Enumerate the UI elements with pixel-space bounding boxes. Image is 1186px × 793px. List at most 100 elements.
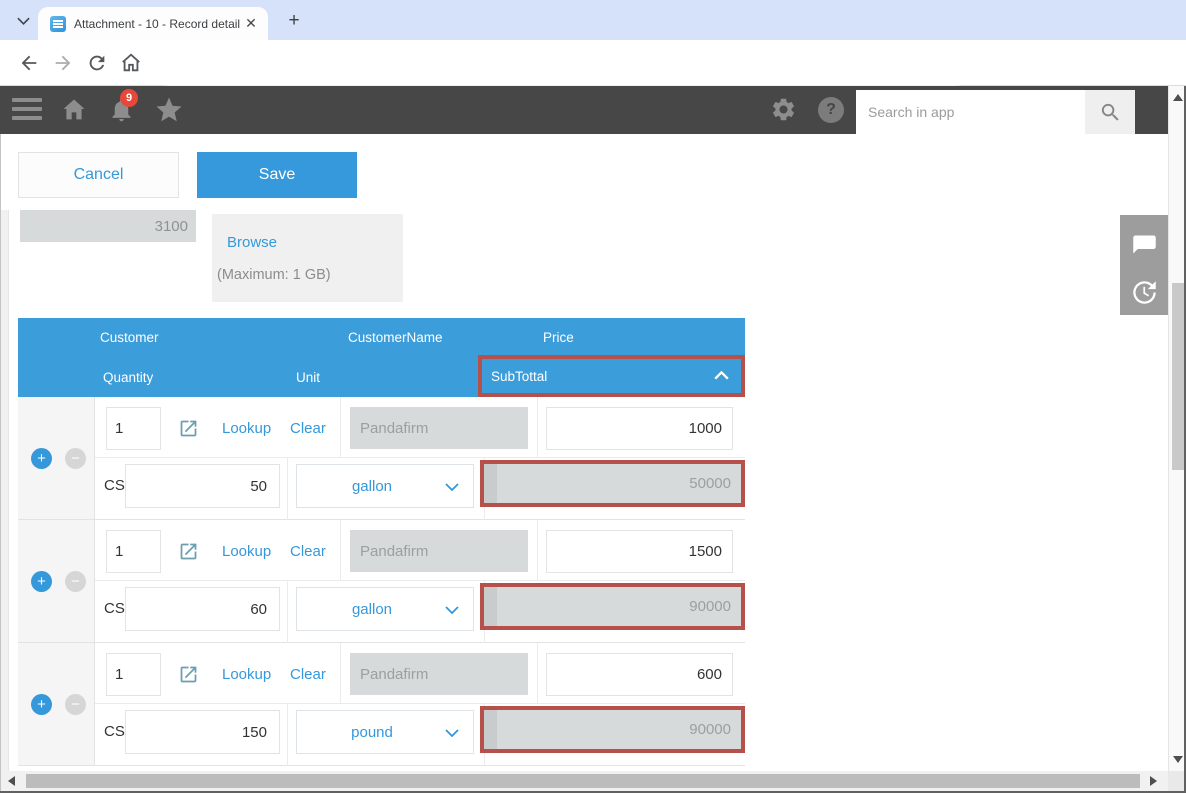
lookup-link[interactable]: Lookup <box>222 666 271 683</box>
scroll-left-arrow-icon[interactable] <box>8 776 15 786</box>
app-search-input[interactable] <box>856 90 1085 134</box>
unit-dropdown[interactable]: gallon <box>296 464 474 508</box>
unit-prefix-label: CS <box>104 723 125 740</box>
help-icon[interactable]: ? <box>818 97 844 123</box>
tab-close-icon[interactable]: ✕ <box>242 15 260 33</box>
forward-button[interactable] <box>52 52 74 74</box>
unit-dropdown[interactable]: pound <box>296 710 474 754</box>
remove-row-button[interactable]: − <box>65 448 86 469</box>
chevron-down-icon <box>445 606 459 614</box>
col-header-customer: Customer <box>100 330 159 345</box>
chevron-up-icon[interactable] <box>714 367 729 385</box>
kintone-favicon-icon <box>50 16 66 32</box>
scroll-right-arrow-icon[interactable] <box>1150 776 1157 786</box>
customer-input[interactable] <box>106 653 161 696</box>
record-action-bar: Cancel Save <box>0 134 1168 210</box>
record-side-toolbar <box>1120 215 1168 315</box>
unit-selected-value: pound <box>351 724 393 741</box>
vertical-scrollbar-thumb[interactable] <box>1172 283 1184 470</box>
open-in-new-icon[interactable] <box>178 418 199 444</box>
subtotal-field: 50000 <box>484 464 741 503</box>
table-row: + − Lookup Clear Pandafirm CS <box>18 397 745 520</box>
unit-selected-value: gallon <box>352 601 392 618</box>
browser-tab[interactable]: Attachment - 10 - Record detail ✕ <box>38 7 268 40</box>
new-tab-button[interactable]: + <box>282 9 306 33</box>
row-gutter: + − <box>18 397 95 519</box>
quantity-input[interactable] <box>125 587 280 631</box>
clear-link[interactable]: Clear <box>290 543 326 560</box>
lookup-link[interactable]: Lookup <box>222 543 271 560</box>
browser-toolbar: pandafirm.cybozu.com/k/1871/show#record=… <box>0 40 1186 86</box>
notification-badge: 9 <box>120 89 138 107</box>
favorites-star-icon[interactable] <box>154 95 184 130</box>
open-in-new-icon[interactable] <box>178 541 199 567</box>
quantity-input[interactable] <box>125 464 280 508</box>
browser-window: Attachment - 10 - Record detail ✕ + pand… <box>0 0 1186 793</box>
subtotal-field: 90000 <box>484 710 741 749</box>
record-form: 3100 Browse (Maximum: 1 GB) Customer Cus… <box>0 210 1168 771</box>
quantity-input[interactable] <box>125 710 280 754</box>
col-header-customer-name: CustomerName <box>348 330 443 345</box>
window-left-edge <box>0 134 1 791</box>
price-input[interactable] <box>546 653 733 696</box>
portal-home-icon[interactable] <box>60 96 88 129</box>
home-button[interactable] <box>120 52 142 74</box>
remove-row-button[interactable]: − <box>65 694 86 715</box>
subtotal-highlight-box: 50000 <box>480 460 745 507</box>
remove-row-button[interactable]: − <box>65 571 86 592</box>
add-row-button[interactable]: + <box>31 694 52 715</box>
unit-dropdown[interactable]: gallon <box>296 587 474 631</box>
hamburger-menu-icon[interactable] <box>12 98 42 122</box>
unit-prefix-label: CS <box>104 600 125 617</box>
settings-gear-icon[interactable] <box>770 96 797 128</box>
tab-search-chevron-icon[interactable] <box>10 8 36 34</box>
cancel-button[interactable]: Cancel <box>18 152 179 198</box>
scroll-down-arrow-icon[interactable] <box>1173 756 1183 763</box>
price-input[interactable] <box>546 407 733 450</box>
browse-link[interactable]: Browse <box>227 234 277 251</box>
subtotal-field: 90000 <box>484 587 741 626</box>
lookup-link[interactable]: Lookup <box>222 420 271 437</box>
page-left-margin <box>0 210 9 771</box>
clear-link[interactable]: Clear <box>290 420 326 437</box>
unit-prefix-label: CS <box>104 477 125 494</box>
attachment-max-note: (Maximum: 1 GB) <box>217 267 331 283</box>
subtable: Customer CustomerName Price Quantity Uni… <box>18 318 745 767</box>
open-in-new-icon[interactable] <box>178 664 199 690</box>
customer-input[interactable] <box>106 407 161 450</box>
subtotal-highlight-box: 90000 <box>480 583 745 630</box>
reload-button[interactable] <box>86 52 108 74</box>
clear-link[interactable]: Clear <box>290 666 326 683</box>
chevron-down-icon <box>445 483 459 491</box>
subtotal-highlight-box: 90000 <box>480 706 745 753</box>
tab-strip: Attachment - 10 - Record detail ✕ + <box>0 0 1186 40</box>
unit-selected-value: gallon <box>352 478 392 495</box>
customer-input[interactable] <box>106 530 161 573</box>
horizontal-scrollbar[interactable] <box>0 771 1168 791</box>
price-input[interactable] <box>546 530 733 573</box>
back-button[interactable] <box>18 52 40 74</box>
col-header-quantity: Quantity <box>103 370 153 385</box>
col-header-unit: Unit <box>296 370 320 385</box>
col-header-subtotal: SubTottal <box>491 369 714 384</box>
subtable-header: Customer CustomerName Price Quantity Uni… <box>18 318 745 397</box>
customer-name-field: Pandafirm <box>350 530 528 572</box>
table-row: + − Lookup Clear Pandafirm CS <box>18 520 745 643</box>
scroll-up-arrow-icon[interactable] <box>1173 94 1183 101</box>
record-number-field: 3100 <box>20 210 196 242</box>
comments-icon[interactable] <box>1131 231 1158 263</box>
horizontal-scrollbar-thumb[interactable] <box>26 774 1140 788</box>
row-gutter: + − <box>18 520 95 642</box>
chevron-down-icon <box>445 729 459 737</box>
attachment-upload-area: Browse (Maximum: 1 GB) <box>212 214 403 302</box>
add-row-button[interactable]: + <box>31 571 52 592</box>
subtotal-highlight-box: SubTottal <box>478 355 745 397</box>
save-button[interactable]: Save <box>197 152 357 198</box>
tab-title: Attachment - 10 - Record detail <box>74 17 242 31</box>
history-icon[interactable] <box>1131 279 1158 311</box>
add-row-button[interactable]: + <box>31 448 52 469</box>
app-search-button[interactable] <box>1085 90 1135 134</box>
row-gutter: + − <box>18 643 95 765</box>
table-row: + − Lookup Clear Pandafirm CS <box>18 643 745 766</box>
customer-name-field: Pandafirm <box>350 407 528 449</box>
